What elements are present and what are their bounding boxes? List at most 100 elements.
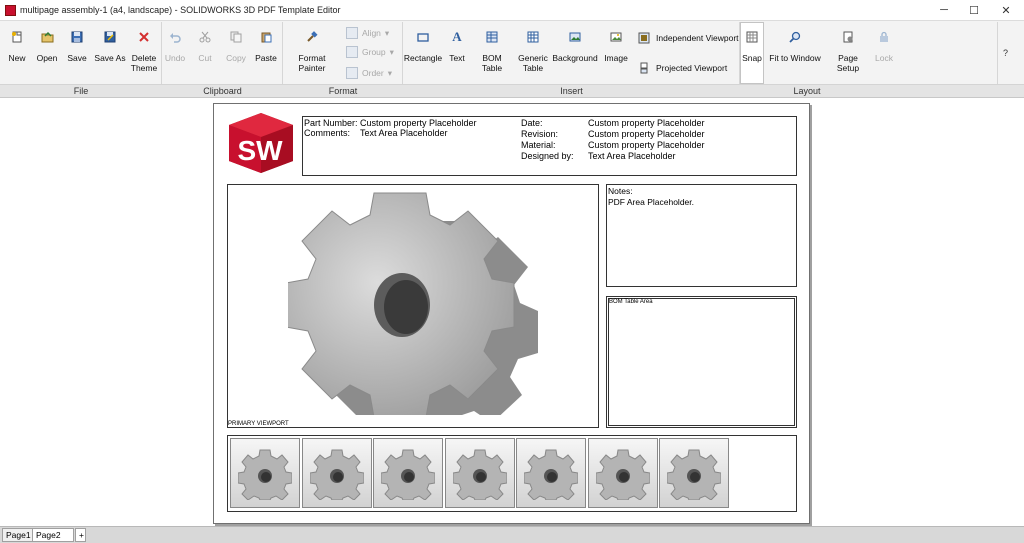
- gear-thumbnail-icon: [667, 449, 721, 500]
- align-button[interactable]: Align ▾: [346, 27, 389, 39]
- gear-model-image: [288, 192, 538, 415]
- save-as-icon: [103, 30, 117, 44]
- add-page-button[interactable]: +: [75, 528, 86, 542]
- generic-table-label-line2: Table: [522, 63, 544, 73]
- canvas-area[interactable]: SW Part Number: Custom property Placehol…: [0, 99, 1024, 526]
- cut-label: Cut: [198, 53, 212, 63]
- delete-theme-button[interactable]: Delete Theme: [130, 24, 158, 73]
- date-value[interactable]: Custom property Placeholder: [588, 118, 705, 130]
- revision-label: Revision:: [521, 129, 559, 139]
- fit-to-window-button[interactable]: Fit to Window: [768, 24, 822, 63]
- new-file-icon: [10, 30, 24, 44]
- bom-table-area[interactable]: BOM Table Area: [606, 296, 797, 428]
- thumbnail-strip[interactable]: [227, 435, 797, 512]
- generic-table-label-line1: Generic: [518, 53, 548, 63]
- order-button[interactable]: Order ▾: [346, 67, 392, 79]
- revision-value[interactable]: Custom property Placeholder: [588, 129, 705, 141]
- template-page[interactable]: SW Part Number: Custom property Placehol…: [213, 103, 810, 524]
- order-label: Order: [362, 68, 384, 78]
- help-button[interactable]: ?: [1003, 48, 1008, 58]
- format-painter-button[interactable]: Format Painter: [285, 24, 339, 73]
- save-button[interactable]: Save: [66, 24, 88, 63]
- viewport-thumbnail[interactable]: [230, 438, 300, 508]
- close-button[interactable]: ✕: [990, 0, 1022, 20]
- new-label: New: [8, 53, 26, 63]
- paste-label: Paste: [255, 53, 277, 63]
- image-label: Image: [604, 53, 628, 63]
- rectangle-button[interactable]: Rectangle: [404, 24, 442, 63]
- generic-table-button[interactable]: Generic Table: [518, 24, 548, 73]
- save-as-button[interactable]: Save As: [94, 24, 126, 63]
- group-button[interactable]: Group ▾: [346, 46, 394, 58]
- notes-area[interactable]: Notes: PDF Area Placeholder.: [606, 184, 797, 287]
- snap-grid-icon: [745, 30, 759, 44]
- solidworks-logo: SW: [229, 113, 293, 173]
- primary-viewport[interactable]: PRIMARY VIEWPORT: [227, 184, 599, 428]
- viewport-thumbnail[interactable]: [587, 438, 658, 508]
- projected-viewport-icon: [640, 62, 648, 74]
- background-button[interactable]: Background: [552, 24, 598, 63]
- copy-icon: [229, 30, 243, 44]
- snap-button[interactable]: Snap: [742, 24, 762, 63]
- independent-viewport-button[interactable]: Independent Viewport: [638, 32, 739, 44]
- comments-value[interactable]: Text Area Placeholder: [360, 128, 448, 140]
- padlock-icon: [877, 30, 891, 44]
- window-title: multipage assembly-1 (a4, landscape) - S…: [20, 5, 341, 15]
- title-block[interactable]: Part Number: Custom property Placeholder…: [302, 116, 797, 176]
- save-label: Save: [67, 53, 87, 63]
- paste-clipboard-icon: [259, 30, 273, 44]
- gear-thumbnail-icon: [524, 449, 578, 500]
- gear-thumbnail-icon: [381, 449, 435, 500]
- page-setup-button[interactable]: Page Setup: [826, 24, 870, 73]
- tab-page2[interactable]: Page2 ✕: [32, 528, 74, 542]
- group-label-file: File: [73, 86, 89, 96]
- projected-viewport-button[interactable]: Projected Viewport: [638, 62, 727, 74]
- new-button[interactable]: New: [7, 24, 27, 63]
- align-label: Align: [362, 28, 381, 38]
- group-icon: [346, 46, 358, 58]
- group-label: Group: [362, 47, 386, 57]
- open-button[interactable]: Open: [35, 24, 59, 63]
- maximize-button[interactable]: ☐: [958, 0, 990, 20]
- app-window: multipage assembly-1 (a4, landscape) - S…: [0, 0, 1024, 543]
- viewport-thumbnail[interactable]: [659, 438, 729, 508]
- lock-button[interactable]: Lock: [874, 24, 894, 63]
- lock-label: Lock: [875, 53, 893, 63]
- viewport-thumbnail[interactable]: [301, 438, 372, 508]
- open-label: Open: [36, 53, 58, 63]
- text-button[interactable]: A Text: [447, 24, 467, 63]
- designed-by-value[interactable]: Text Area Placeholder: [588, 151, 676, 163]
- text-label: Text: [449, 53, 465, 63]
- material-value[interactable]: Custom property Placeholder: [588, 140, 705, 152]
- bom-table-icon: [485, 30, 499, 44]
- viewport-thumbnail[interactable]: [373, 438, 443, 508]
- fit-to-window-label: Fit to Window: [769, 53, 821, 63]
- chevron-down-icon: ▾: [387, 67, 393, 78]
- minimize-button[interactable]: ─: [928, 0, 960, 20]
- bom-table-button[interactable]: BOM Table: [472, 24, 512, 73]
- group-label-insert: Insert: [560, 86, 583, 96]
- independent-viewport-icon: [638, 32, 650, 44]
- image-icon: [609, 30, 623, 44]
- tab-page1[interactable]: Page1: [2, 528, 35, 542]
- scissors-icon: [198, 30, 212, 44]
- cut-button[interactable]: Cut: [195, 24, 215, 63]
- viewport-thumbnail[interactable]: [444, 438, 515, 508]
- projected-viewport-label: Projected Viewport: [656, 63, 728, 73]
- format-painter-label: Format Painter: [298, 53, 326, 73]
- order-icon: [346, 67, 358, 79]
- rectangle-icon: [416, 30, 430, 44]
- image-button[interactable]: Image: [603, 24, 629, 63]
- notes-text[interactable]: PDF Area Placeholder.: [608, 197, 694, 207]
- page-tab-bar: Page1 Page2 ✕ +: [0, 526, 1024, 543]
- chevron-down-icon: ▾: [389, 46, 394, 57]
- gear-thumbnail-icon: [238, 449, 292, 500]
- undo-button[interactable]: Undo: [164, 24, 186, 63]
- notes-title: Notes:: [608, 186, 633, 196]
- copy-button[interactable]: Copy: [224, 24, 248, 63]
- gear-thumbnail-icon: [309, 449, 364, 500]
- paste-button[interactable]: Paste: [254, 24, 278, 63]
- copy-label: Copy: [226, 53, 246, 63]
- viewport-thumbnail[interactable]: [516, 438, 586, 508]
- primary-viewport-label: PRIMARY VIEWPORT: [228, 421, 289, 427]
